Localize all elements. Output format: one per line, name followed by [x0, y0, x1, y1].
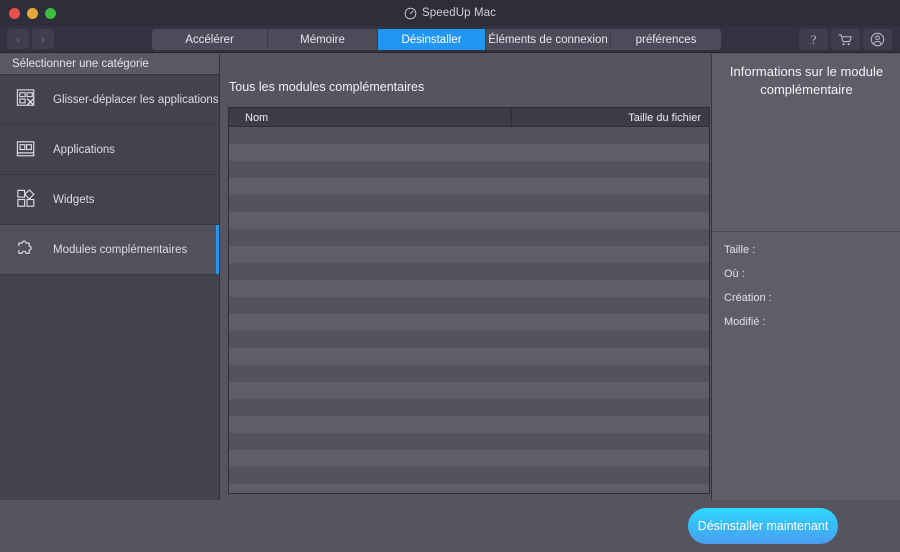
sidebar-item-label: Modules complémentaires [53, 243, 188, 256]
table-row[interactable] [229, 382, 709, 399]
column-header-taille-du-fichier[interactable]: Taille du fichier [512, 108, 709, 127]
main-tabs: Accélérer Mémoire Désinstaller Éléments … [152, 29, 721, 50]
footer: Désinstaller maintenant [0, 500, 900, 552]
user-account-icon [870, 32, 885, 47]
info-field-modifie: Modifié : [724, 316, 766, 328]
table-row[interactable] [229, 127, 709, 144]
table-row[interactable] [229, 450, 709, 467]
app-window: SpeedUp Mac ‹ › Accélérer Mémoire Désins… [0, 0, 900, 552]
table-row[interactable] [229, 399, 709, 416]
table-row[interactable] [229, 246, 709, 263]
table-row[interactable] [229, 365, 709, 382]
info-field-creation: Création : [724, 292, 772, 304]
sidebar-item-drag-drop-apps[interactable]: Glisser-déplacer les applications [0, 75, 219, 125]
cart-button[interactable] [831, 29, 860, 50]
tab-desinstaller[interactable]: Désinstaller [378, 29, 486, 50]
applications-grid-icon [14, 137, 40, 163]
table-row[interactable] [229, 467, 709, 484]
info-panel-header: Informations sur le module complémentair… [712, 54, 900, 232]
table-row[interactable] [229, 280, 709, 297]
speedometer-icon [404, 7, 417, 20]
info-field-ou: Où : [724, 268, 745, 280]
sidebar-item-label: Applications [53, 143, 116, 156]
table-row[interactable] [229, 433, 709, 450]
table-row[interactable] [229, 484, 709, 493]
main-panel: Tous les modules complémentaires Nom Tai… [221, 54, 710, 500]
addons-table: Nom Taille du fichier [228, 107, 710, 494]
sidebar-header: Sélectionner une catégorie [0, 54, 219, 75]
table-row[interactable] [229, 195, 709, 212]
table-row[interactable] [229, 416, 709, 433]
help-button[interactable]: ? [799, 29, 828, 50]
table-row[interactable] [229, 144, 709, 161]
tab-preferences[interactable]: préférences [611, 29, 721, 50]
puzzle-piece-icon [14, 237, 40, 263]
page-title: Tous les modules complémentaires [229, 80, 425, 94]
back-button[interactable]: ‹ [7, 29, 29, 49]
sidebar-item-widgets[interactable]: Widgets [0, 175, 219, 225]
table-row[interactable] [229, 178, 709, 195]
sidebar: Sélectionner une catégorie Glisser-dépla… [0, 54, 220, 500]
table-header: Nom Taille du fichier [229, 108, 709, 127]
tab-memoire[interactable]: Mémoire [268, 29, 378, 50]
uninstall-now-button[interactable]: Désinstaller maintenant [688, 508, 838, 544]
forward-button[interactable]: › [32, 29, 54, 49]
info-field-taille: Taille : [724, 244, 756, 256]
table-body[interactable] [229, 127, 709, 493]
title-bar: SpeedUp Mac [0, 0, 900, 26]
table-row[interactable] [229, 331, 709, 348]
table-row[interactable] [229, 229, 709, 246]
sidebar-item-applications[interactable]: Applications [0, 125, 219, 175]
navigation-buttons: ‹ › [7, 29, 54, 49]
info-panel: Informations sur le module complémentair… [711, 54, 900, 500]
tab-accelerer[interactable]: Accélérer [152, 29, 268, 50]
table-row[interactable] [229, 263, 709, 280]
table-row[interactable] [229, 348, 709, 365]
table-row[interactable] [229, 314, 709, 331]
toolbar-actions: ? [799, 29, 892, 50]
window-title: SpeedUp Mac [422, 7, 496, 19]
table-row[interactable] [229, 161, 709, 178]
sidebar-item-label: Glisser-déplacer les applications [53, 93, 219, 106]
info-panel-title: Informations sur le module complémentair… [729, 64, 884, 97]
info-panel-fields: Taille : Où : Création : Modifié : [724, 244, 772, 328]
tab-elements-de-connexion[interactable]: Éléments de connexion [486, 29, 611, 50]
widgets-icon [14, 187, 40, 213]
sidebar-item-label: Widgets [53, 193, 95, 206]
account-button[interactable] [863, 29, 892, 50]
table-row[interactable] [229, 297, 709, 314]
sidebar-item-modules-complementaires[interactable]: Modules complémentaires [0, 225, 219, 275]
content-area: Sélectionner une catégorie Glisser-dépla… [0, 54, 900, 500]
drag-drop-apps-icon [14, 87, 40, 113]
toolbar: ‹ › Accélérer Mémoire Désinstaller Éléme… [0, 26, 900, 53]
question-mark-icon: ? [810, 32, 817, 47]
column-header-nom[interactable]: Nom [229, 108, 512, 127]
window-title-group: SpeedUp Mac [0, 0, 900, 26]
cart-icon [838, 33, 853, 47]
table-row[interactable] [229, 212, 709, 229]
